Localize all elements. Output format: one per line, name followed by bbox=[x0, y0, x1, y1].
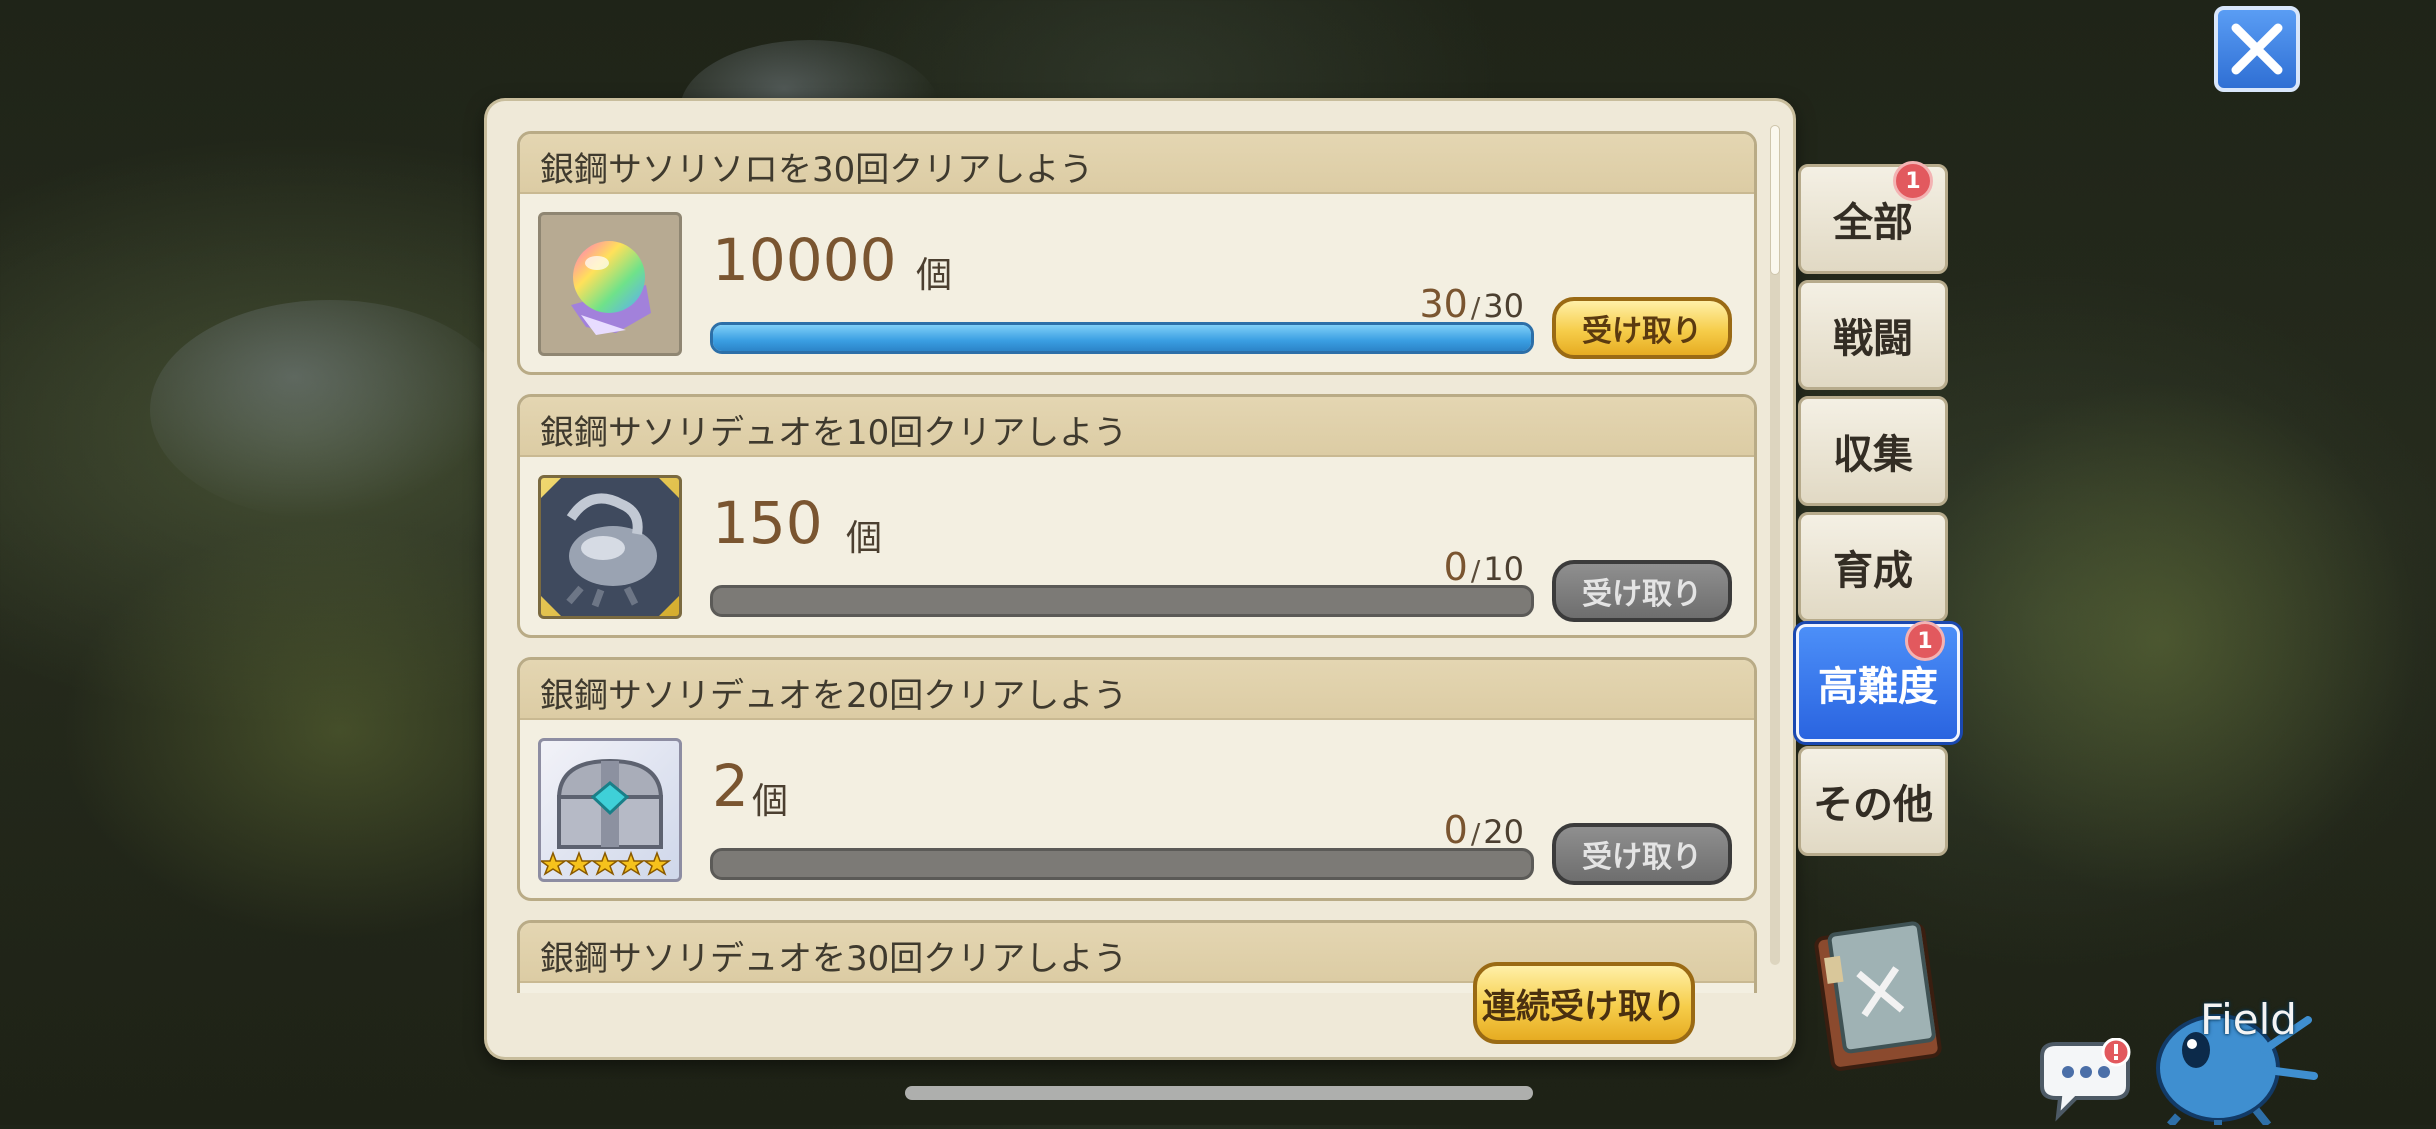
progress-fill bbox=[713, 325, 1531, 351]
claim-button[interactable]: 受け取り bbox=[1552, 297, 1732, 359]
mission-card: 銀鋼サソリデュオを10回クリアしよう 150 個 0/10 受け取り bbox=[517, 394, 1757, 638]
silver-scorpion-icon bbox=[538, 475, 682, 619]
tab-label: 戦闘 bbox=[1833, 316, 1913, 362]
progress-bar bbox=[710, 322, 1534, 354]
tab-label: 収集 bbox=[1833, 432, 1913, 478]
reward-amount: 10000 bbox=[712, 226, 897, 294]
progress-separator: / bbox=[1470, 817, 1481, 850]
reward-unit: 個 bbox=[916, 255, 953, 296]
rainbow-orb-icon bbox=[538, 212, 682, 356]
mission-header: 銀鋼サソリデュオを20回クリアしよう bbox=[520, 660, 1754, 720]
book-icon[interactable] bbox=[1810, 921, 1946, 1071]
tab-label: 高難度 bbox=[1818, 664, 1938, 710]
progress-counter: 30/30 bbox=[1419, 282, 1524, 326]
close-icon bbox=[2231, 23, 2283, 75]
scrollbar[interactable] bbox=[1770, 125, 1780, 965]
close-button[interactable] bbox=[2214, 6, 2300, 92]
mission-list[interactable]: 銀鋼サソリソロを30回クリアしよう 10000 個 30 /30 受け取り 銀鋼… bbox=[517, 131, 1757, 993]
reward-amount: 2 bbox=[712, 752, 749, 820]
progress-current: 30 bbox=[1419, 282, 1468, 326]
notification-badge: 1 bbox=[1893, 161, 1933, 201]
mission-title: 銀鋼サソリデュオを10回クリアしよう bbox=[540, 413, 1128, 453]
tab-battle[interactable]: 戦闘 bbox=[1798, 280, 1948, 390]
chat-icon[interactable] bbox=[2036, 1037, 2136, 1122]
progress-counter: 0/10 bbox=[1444, 545, 1524, 589]
reward-unit: 個 bbox=[846, 518, 883, 559]
progress-counter: 0/20 bbox=[1444, 808, 1524, 852]
tab-collection[interactable]: 収集 bbox=[1798, 396, 1948, 506]
tab-high-difficulty[interactable]: 高難度 1 bbox=[1796, 621, 1960, 742]
progress-separator: / bbox=[1470, 291, 1481, 324]
rarity-stars bbox=[538, 850, 672, 876]
field-label: Field bbox=[2200, 995, 2297, 1044]
home-indicator[interactable] bbox=[905, 1086, 1533, 1100]
background-moss bbox=[1900, 380, 2420, 900]
tab-label: 全部 bbox=[1833, 200, 1913, 246]
mission-card: 銀鋼サソリソロを30回クリアしよう 10000 個 30 /30 受け取り bbox=[517, 131, 1757, 375]
claim-button[interactable]: 受け取り bbox=[1552, 823, 1732, 885]
progress-bar bbox=[710, 585, 1534, 617]
tab-all[interactable]: 全部 1 bbox=[1798, 161, 1948, 274]
progress-separator: / bbox=[1470, 554, 1481, 587]
claim-button[interactable]: 受け取り bbox=[1552, 560, 1732, 622]
reward-unit: 個 bbox=[752, 781, 789, 822]
tab-training[interactable]: 育成 bbox=[1798, 512, 1948, 622]
mission-title: 銀鋼サソリデュオを20回クリアしよう bbox=[540, 676, 1128, 716]
notification-badge: 1 bbox=[1905, 621, 1945, 661]
scroll-thumb[interactable] bbox=[1770, 125, 1780, 275]
claim-all-button[interactable]: 連続受け取り bbox=[1473, 962, 1695, 1044]
mission-title: 銀鋼サソリデュオを30回クリアしよう bbox=[540, 939, 1128, 979]
mission-panel: 銀鋼サソリソロを30回クリアしよう 10000 個 30 /30 受け取り 銀鋼… bbox=[487, 101, 1793, 1057]
mission-title: 銀鋼サソリソロを30回クリアしよう bbox=[540, 150, 1094, 190]
mission-card: 銀鋼サソリデュオを20回クリアしよう 2 個 0 /20 受け取り bbox=[517, 657, 1757, 901]
progress-current: 0 bbox=[1443, 545, 1468, 589]
tab-other[interactable]: その他 bbox=[1798, 746, 1948, 856]
mission-header: 銀鋼サソリデュオを10回クリアしよう bbox=[520, 397, 1754, 457]
tab-label: 育成 bbox=[1833, 548, 1913, 594]
progress-target: 10 bbox=[1483, 550, 1524, 588]
progress-current: 0 bbox=[1443, 808, 1468, 852]
progress-target: 20 bbox=[1483, 813, 1524, 851]
treasure-chest-icon bbox=[538, 738, 682, 882]
background-rock bbox=[150, 300, 510, 520]
progress-bar bbox=[710, 848, 1534, 880]
progress-target: 30 bbox=[1483, 287, 1524, 325]
tab-label: その他 bbox=[1813, 782, 1933, 828]
reward-amount: 150 bbox=[712, 489, 823, 557]
mission-header: 銀鋼サソリソロを30回クリアしよう bbox=[520, 134, 1754, 194]
